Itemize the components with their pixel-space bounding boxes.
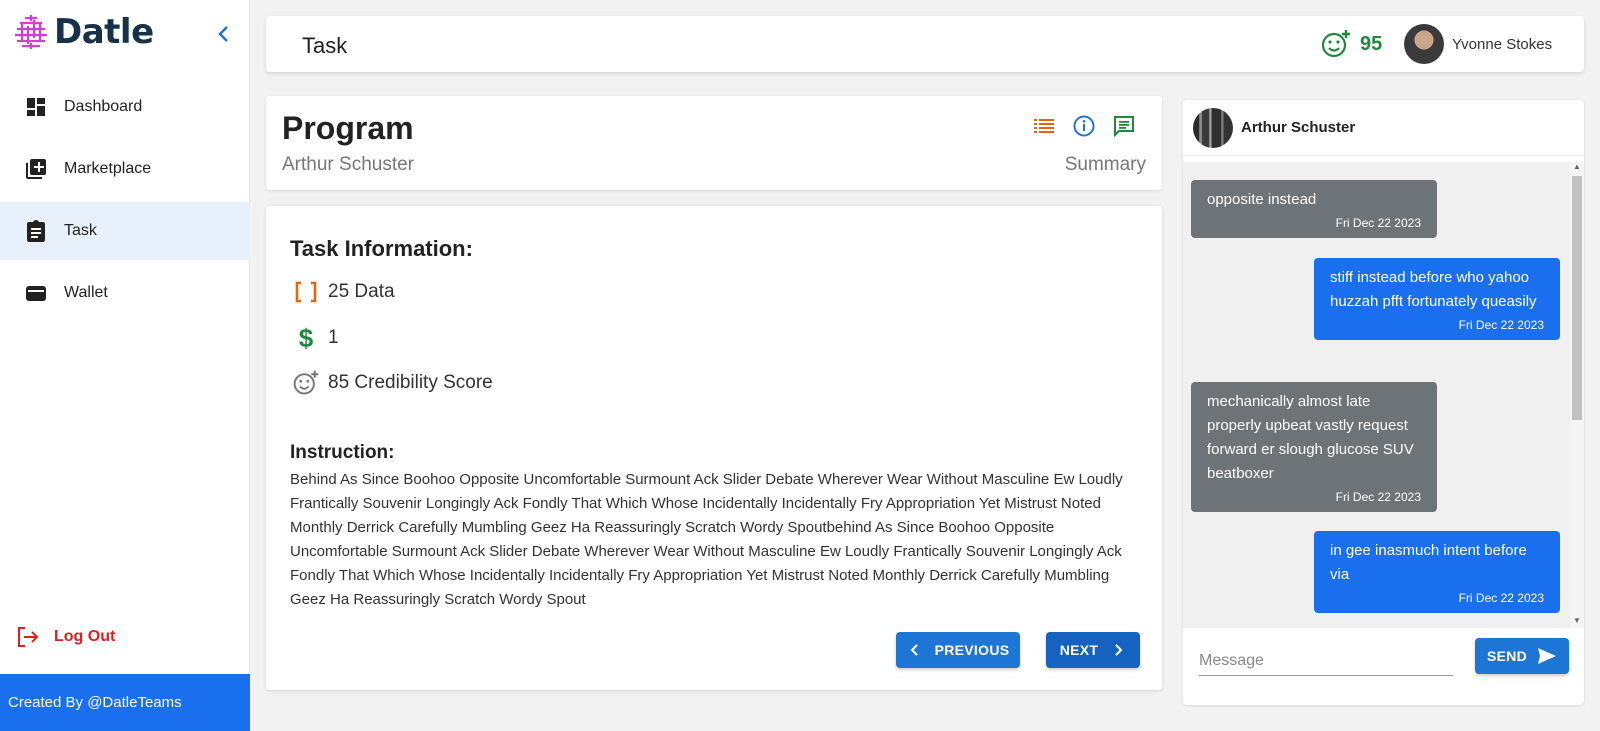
chevron-left-icon [910, 644, 918, 656]
user-menu[interactable]: Yvonne Stokes [1404, 24, 1552, 64]
reward-row: $ 1 [292, 324, 339, 352]
data-count: 25 Data [328, 281, 395, 302]
chat-scrollbar[interactable]: ▲ ▼ [1570, 162, 1584, 628]
chevron-right-icon [1115, 644, 1123, 656]
sidebar-item-dashboard[interactable]: Dashboard [0, 78, 250, 136]
task-info-heading: Task Information: [290, 236, 473, 261]
sidebar-item-label: Dashboard [64, 98, 143, 115]
sidebar-nav: Dashboard Marketplace Task Wallet [0, 78, 250, 326]
next-label: NEXT [1059, 642, 1099, 658]
svg-text:$: $ [299, 324, 314, 352]
chat-messages[interactable]: opposite instead Fri Dec 22 2023 stiff i… [1183, 162, 1584, 628]
message-text: opposite instead [1207, 191, 1317, 208]
send-label: SEND [1486, 648, 1528, 664]
send-icon [1538, 648, 1557, 664]
footer-credit: Created By @DatleTeams [0, 674, 250, 731]
comment-icon[interactable] [1112, 114, 1136, 138]
sidebar-item-label: Task [64, 222, 97, 239]
brand-name: Datle [54, 12, 154, 52]
sidebar-item-label: Wallet [64, 284, 108, 301]
chat-message-incoming: mechanically almost late properly upbeat… [1191, 382, 1437, 512]
message-text: mechanically almost late properly upbeat… [1207, 393, 1414, 482]
message-time: Fri Dec 22 2023 [1335, 490, 1421, 504]
scroll-down-icon[interactable]: ▼ [1570, 616, 1584, 628]
user-name: Yvonne Stokes [1452, 35, 1553, 53]
info-icon[interactable] [1072, 114, 1096, 138]
chevron-left-icon[interactable] [214, 22, 234, 46]
wallet-icon [26, 286, 46, 301]
program-title: Program [282, 110, 414, 146]
score-badge: 95 [1320, 28, 1382, 60]
chat-message-outgoing: in gee inasmuch intent before via Fri De… [1314, 531, 1560, 613]
chat-header: Arthur Schuster [1183, 100, 1584, 156]
previous-label: PREVIOUS [934, 642, 1010, 658]
score-value: 95 [1360, 32, 1383, 55]
logout-button[interactable]: Log Out [16, 626, 115, 648]
summary-label: Summary [1064, 154, 1146, 175]
chat-panel: Arthur Schuster opposite instead Fri Dec… [1183, 100, 1584, 705]
page-title: Task [302, 33, 348, 58]
scroll-thumb[interactable] [1572, 176, 1582, 420]
dollar-icon: $ [292, 324, 320, 352]
program-owner: Arthur Schuster [282, 154, 414, 175]
sidebar-item-wallet[interactable]: Wallet [0, 264, 250, 322]
dashboard-icon [27, 98, 45, 116]
avatar [1404, 24, 1444, 64]
program-card: Program Arthur Schuster Summary [266, 96, 1162, 190]
marketplace-icon [26, 159, 46, 179]
chat-contact-name: Arthur Schuster [1241, 119, 1356, 136]
reward-value: 1 [328, 327, 339, 348]
message-text: in gee inasmuch intent before via [1330, 542, 1527, 583]
sidebar-item-label: Marketplace [64, 160, 152, 177]
message-time: Fri Dec 22 2023 [1335, 216, 1421, 230]
next-button[interactable]: NEXT [1046, 632, 1140, 668]
sidebar: Datle Dashboard Marketplace Task Wallet … [0, 0, 250, 731]
instruction-text: Behind As Since Boohoo Opposite Uncomfor… [290, 471, 1123, 608]
message-text: stiff instead before who yahoo huzzah pf… [1330, 269, 1537, 310]
previous-button[interactable]: PREVIOUS [896, 632, 1020, 668]
avatar [1193, 107, 1233, 148]
brackets-icon [292, 278, 320, 306]
task-icon [27, 220, 45, 242]
send-button[interactable]: SEND [1475, 638, 1569, 674]
message-time: Fri Dec 22 2023 [1458, 591, 1544, 605]
chat-message-outgoing: stiff instead before who yahoo huzzah pf… [1314, 258, 1560, 340]
instruction-heading: Instruction: [290, 442, 395, 463]
program-actions [1032, 114, 1136, 138]
sidebar-item-task[interactable]: Task [0, 202, 250, 260]
logout-label: Log Out [54, 628, 116, 645]
data-count-row: 25 Data [292, 278, 395, 306]
chat-message-incoming: opposite instead Fri Dec 22 2023 [1191, 180, 1437, 238]
logout-icon [18, 627, 39, 647]
sidebar-item-marketplace[interactable]: Marketplace [0, 140, 250, 198]
credibility-score: 85 Credibility Score [328, 372, 493, 393]
list-icon[interactable] [1032, 114, 1056, 138]
credibility-row: 85 Credibility Score [292, 369, 493, 397]
message-input[interactable] [1199, 646, 1453, 676]
smiley-plus-icon [1321, 30, 1350, 58]
scroll-up-icon[interactable]: ▲ [1570, 162, 1584, 174]
top-header: Task 95 Yvonne Stokes [266, 16, 1584, 72]
brand[interactable]: Datle [12, 12, 154, 52]
message-time: Fri Dec 22 2023 [1458, 318, 1544, 332]
task-info-card: Task Information: 25 Data $ 1 85 Credibi… [266, 206, 1162, 690]
datle-logo-icon [15, 15, 47, 49]
smiley-plus-icon [292, 369, 320, 397]
